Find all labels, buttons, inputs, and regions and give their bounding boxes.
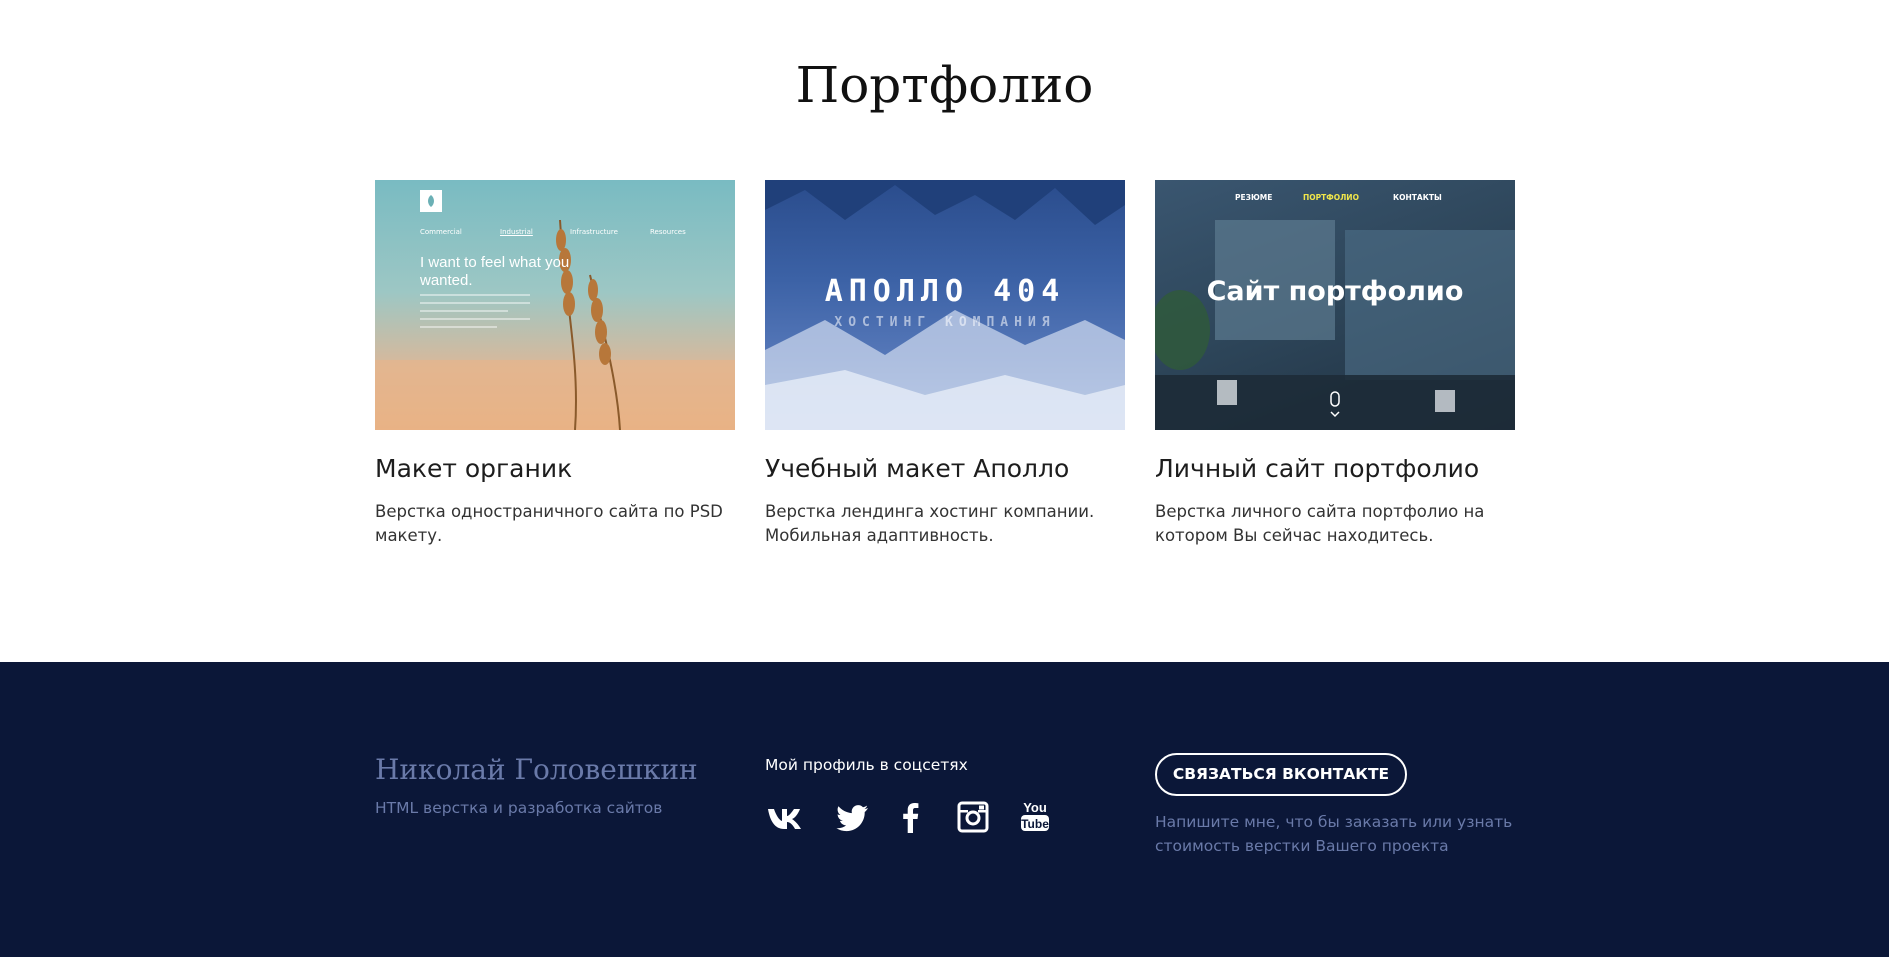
personal-nav-item: КОНТАКТЫ [1393, 193, 1442, 202]
organic-preview-headline: I want to feel what you wanted. [420, 254, 570, 289]
organic-preview-image[interactable]: Commercial Industrial Infrastructure Res… [375, 180, 735, 430]
portfolio-card-organic: Commercial Industrial Infrastructure Res… [375, 180, 735, 545]
portfolio-card-apollo: АПОЛЛО 404 ХОСТИНГ КОМПАНИЯ Учебный маке… [765, 180, 1125, 545]
youtube-logo-you: You [1023, 800, 1047, 815]
contact-vk-button[interactable]: СВЯЗАТЬСЯ ВКОНТАКТЕ [1155, 753, 1407, 796]
youtube-logo-tube: Tube [1021, 817, 1049, 831]
organic-nav-item: Industrial [500, 228, 533, 236]
personal-preview-headline: Сайт портфолио [1206, 276, 1464, 307]
apollo-preview-image[interactable]: АПОЛЛО 404 ХОСТИНГ КОМПАНИЯ [765, 180, 1125, 430]
apollo-preview-headline: АПОЛЛО 404 [824, 274, 1066, 309]
card-title[interactable]: Макет органик [375, 453, 572, 485]
owner-role: HTML верстка и разработка сайтов [375, 799, 663, 817]
personal-site-preview-image[interactable]: РЕЗЮМЕ ПОРТФОЛИО КОНТАКТЫ Сайт портфолио [1155, 180, 1515, 430]
personal-nav-item: РЕЗЮМЕ [1235, 193, 1273, 202]
card-description: Верстка лендинга хостинг компании. Мобил… [765, 502, 1095, 545]
organic-preview-nav: Commercial Industrial Infrastructure Res… [420, 228, 690, 238]
contact-note: Напишите мне, что бы заказать или узнать… [1155, 813, 1513, 855]
twitter-icon[interactable] [833, 797, 873, 837]
youtube-icon[interactable]: You Tube [1015, 797, 1055, 837]
facebook-icon[interactable] [891, 797, 931, 837]
vk-icon[interactable] [765, 797, 805, 837]
card-description: Верстка одностраничного сайта по PSD мак… [375, 502, 723, 545]
site-footer: Николай Головешкин HTML верстка и разраб… [0, 662, 1889, 957]
card-title[interactable]: Личный сайт портфолио [1155, 453, 1479, 485]
leaf-logo-icon [420, 190, 442, 212]
portfolio-title: Портфолио [795, 56, 1094, 114]
organic-nav-item: Infrastructure [570, 228, 618, 236]
instagram-icon[interactable] [953, 797, 993, 837]
portfolio-card-personal: РЕЗЮМЕ ПОРТФОЛИО КОНТАКТЫ Сайт портфолио… [1155, 180, 1515, 545]
social-label: Мой профиль в соцсетях [765, 756, 968, 774]
apollo-preview-subheadline: ХОСТИНГ КОМПАНИЯ [834, 315, 1056, 330]
organic-nav-item: Commercial [420, 228, 462, 236]
portfolio-section: Портфолио Commercial Industrial Infrastr… [0, 0, 1889, 662]
organic-preview-text-lines [420, 294, 530, 334]
owner-name: Николай Головешкин [375, 753, 698, 786]
organic-nav-item: Resources [650, 228, 686, 236]
card-description: Верстка личного сайта портфолио на котор… [1155, 502, 1485, 545]
card-title[interactable]: Учебный макет Аполло [765, 453, 1069, 485]
personal-nav-item: ПОРТФОЛИО [1303, 193, 1359, 202]
